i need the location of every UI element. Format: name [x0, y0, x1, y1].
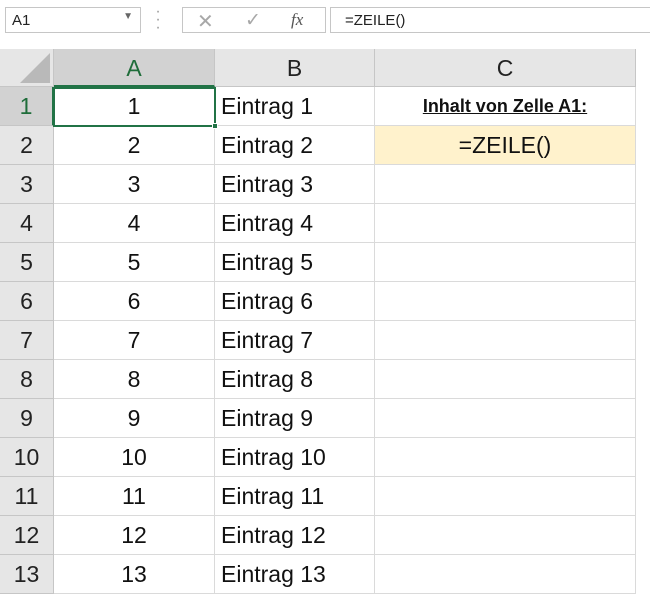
formula-bar: A1 ▼ · · · ✕ ✓ fx =ZEILE() — [0, 0, 650, 47]
column-header-a[interactable]: A — [54, 49, 215, 87]
cell-c12[interactable] — [375, 516, 636, 555]
row-header[interactable]: 2 — [0, 126, 54, 165]
cell-a8[interactable]: 8 — [54, 360, 215, 399]
cell-b8[interactable]: Eintrag 8 — [215, 360, 375, 399]
cell-c8[interactable] — [375, 360, 636, 399]
cell-c6[interactable] — [375, 282, 636, 321]
cell-a5[interactable]: 5 — [54, 243, 215, 282]
cell-b10[interactable]: Eintrag 10 — [215, 438, 375, 477]
cell-a9[interactable]: 9 — [54, 399, 215, 438]
row-header[interactable]: 5 — [0, 243, 54, 282]
cell-c3[interactable] — [375, 165, 636, 204]
cell-c7[interactable] — [375, 321, 636, 360]
cell-c5[interactable] — [375, 243, 636, 282]
cell-a7[interactable]: 7 — [54, 321, 215, 360]
insert-function-icon[interactable]: fx — [291, 10, 303, 30]
cell-b4[interactable]: Eintrag 4 — [215, 204, 375, 243]
cell-c4[interactable] — [375, 204, 636, 243]
fill-handle[interactable] — [212, 123, 218, 129]
cell-c1[interactable]: Inhalt von Zelle A1: — [375, 87, 636, 126]
formula-value: =ZEILE() — [345, 12, 406, 29]
enter-icon[interactable]: ✓ — [245, 9, 261, 32]
cell-a6[interactable]: 6 — [54, 282, 215, 321]
row-header[interactable]: 11 — [0, 477, 54, 516]
cell-c10[interactable] — [375, 438, 636, 477]
select-all-icon — [20, 53, 50, 83]
row-header[interactable]: 7 — [0, 321, 54, 360]
cell-b6[interactable]: Eintrag 6 — [215, 282, 375, 321]
row-header[interactable]: 12 — [0, 516, 54, 555]
cell-b9[interactable]: Eintrag 9 — [215, 399, 375, 438]
cell-a12[interactable]: 12 — [54, 516, 215, 555]
cell-c13[interactable] — [375, 555, 636, 594]
cell-a2[interactable]: 2 — [54, 126, 215, 165]
formula-input[interactable]: =ZEILE() — [330, 7, 650, 33]
select-all-button[interactable] — [0, 49, 54, 87]
cell-c11[interactable] — [375, 477, 636, 516]
row-header[interactable]: 9 — [0, 399, 54, 438]
row-header[interactable]: 1 — [0, 87, 54, 126]
cell-a3[interactable]: 3 — [54, 165, 215, 204]
column-header-c[interactable]: C — [375, 49, 636, 87]
row-header[interactable]: 10 — [0, 438, 54, 477]
name-box-value: A1 — [12, 12, 31, 29]
drag-handle-icon[interactable]: · · · — [154, 4, 162, 36]
formula-buttons: ✕ ✓ fx — [182, 7, 326, 33]
row-header[interactable]: 8 — [0, 360, 54, 399]
cell-c2[interactable]: =ZEILE() — [375, 126, 636, 165]
cell-b3[interactable]: Eintrag 3 — [215, 165, 375, 204]
row-header[interactable]: 4 — [0, 204, 54, 243]
column-header-b[interactable]: B — [215, 49, 375, 87]
cell-b12[interactable]: Eintrag 12 — [215, 516, 375, 555]
spreadsheet-grid: A B C 1 1 Eintrag 1 Inhalt von Zelle A1: 2 2 Eint… — [0, 49, 650, 601]
cell-b5[interactable]: Eintrag 5 — [215, 243, 375, 282]
cell-a13[interactable]: 13 — [54, 555, 215, 594]
cell-a11[interactable]: 11 — [54, 477, 215, 516]
cell-b2[interactable]: Eintrag 2 — [215, 126, 375, 165]
cell-c9[interactable] — [375, 399, 636, 438]
chevron-down-icon[interactable]: ▼ — [123, 11, 133, 22]
row-header[interactable]: 13 — [0, 555, 54, 594]
name-box[interactable]: A1 ▼ — [5, 7, 141, 33]
cell-b13[interactable]: Eintrag 13 — [215, 555, 375, 594]
cell-b11[interactable]: Eintrag 11 — [215, 477, 375, 516]
row-header[interactable]: 3 — [0, 165, 54, 204]
cancel-icon[interactable]: ✕ — [197, 9, 214, 34]
cell-b1[interactable]: Eintrag 1 — [215, 87, 375, 126]
cell-a1[interactable]: 1 — [54, 87, 215, 126]
cell-b7[interactable]: Eintrag 7 — [215, 321, 375, 360]
cell-a4[interactable]: 4 — [54, 204, 215, 243]
row-header[interactable]: 6 — [0, 282, 54, 321]
cell-a10[interactable]: 10 — [54, 438, 215, 477]
